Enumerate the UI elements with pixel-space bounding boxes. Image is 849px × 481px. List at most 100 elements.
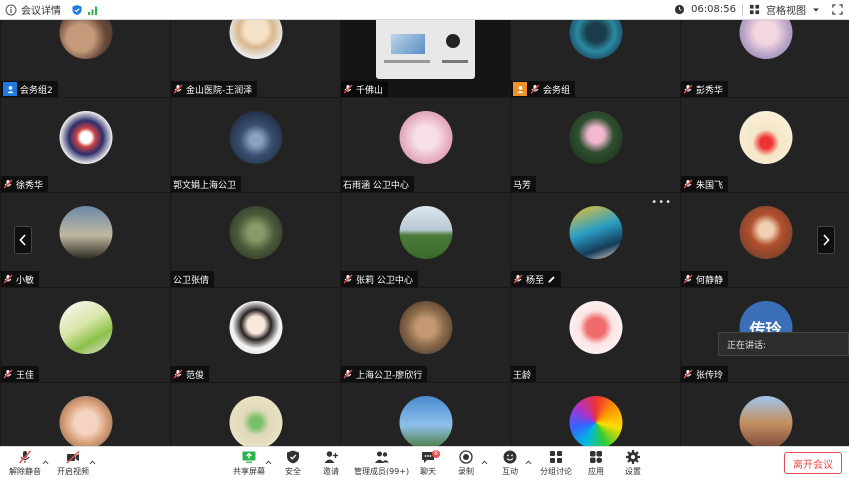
unmute-label: 解除静音 [9,467,41,476]
participant-name: 王佳 [16,370,35,381]
apps-label: 应用 [588,467,604,476]
more-options-icon[interactable]: ••• [651,197,672,208]
chevron-right-icon [823,234,830,246]
signal-icon[interactable] [87,4,99,16]
participant-tile[interactable]: 上海公卫-廖欣行 [341,288,510,382]
chevron-up-icon[interactable] [481,459,488,466]
participant-tile[interactable]: 张莉 公卫中心 [341,193,510,287]
participant-tile[interactable]: 郭文娟上海公卫 [171,98,340,192]
chevron-up-icon[interactable] [525,459,532,466]
prev-page-button[interactable] [14,226,32,254]
talking-label: 正在讲话: [727,340,767,351]
participant-grid: 会务组2 金山医院-王润泽 千佛山 会务组 彭秀华 徐秀华 郭文娟上海公卫 石雨… [0,20,849,450]
members-icon [374,451,389,463]
chevron-up-icon[interactable] [265,459,272,466]
unmute-button[interactable]: 解除静音 [9,449,41,477]
start-video-label: 开启视频 [57,467,89,476]
view-mode-label[interactable]: 宫格视图 [766,2,806,17]
members-label: 管理成员(99+) [354,467,410,476]
record-button[interactable]: 录制 [458,449,474,477]
chevron-down-icon[interactable] [812,6,820,14]
participant-tile[interactable]: 马芳 [511,98,680,192]
participant-name: 彭秀华 [696,85,724,96]
settings-button[interactable]: 设置 [625,449,641,477]
share-screen-button[interactable]: 共享屏幕 [233,449,265,477]
invite-button[interactable]: 邀请 [323,449,339,477]
participant-tile[interactable]: ••• 杨至 [511,193,680,287]
participant-tile[interactable] [171,383,340,450]
participant-tile[interactable]: 范俊 [171,288,340,382]
security-button[interactable]: 安全 [285,449,301,477]
next-page-button[interactable] [817,226,835,254]
participant-tile[interactable]: 徐秀华 [1,98,170,192]
share-screen-label: 共享屏幕 [233,467,265,476]
host-icon [513,82,527,96]
apps-button[interactable]: 应用 [588,449,604,477]
participant-tile[interactable]: 王佳 [1,288,170,382]
edit-pencil-icon[interactable] [547,275,556,284]
avatar [399,111,452,164]
host-icon [3,82,17,96]
record-icon [459,450,473,464]
participant-name: 上海公卫-廖欣行 [356,370,423,381]
info-icon[interactable] [5,4,17,16]
participant-tile[interactable] [1,383,170,450]
avatar [229,20,282,59]
mic-muted-icon [683,84,693,94]
participant-name-tag: 王佳 [1,366,40,382]
reactions-button[interactable]: 互动 [502,449,518,477]
participant-tile[interactable] [681,383,849,450]
participant-tile[interactable]: 金山医院-王润泽 [171,20,340,97]
participant-tile[interactable]: 会务组2 [1,20,170,97]
clock-icon [674,4,685,15]
mic-muted-icon [683,369,693,379]
mic-muted-icon [3,369,13,379]
participant-tile[interactable]: 朱国飞 [681,98,849,192]
chevron-up-icon[interactable] [42,459,49,466]
breakout-rooms-icon [550,451,562,463]
participant-name: 公卫张倩 [173,275,210,286]
shield-icon [287,450,299,464]
start-video-button[interactable]: 开启视频 [57,449,89,477]
mic-muted-icon [343,274,353,284]
fullscreen-icon[interactable] [832,4,843,15]
participant-tile[interactable]: 会务组 [511,20,680,97]
breakout-rooms-button[interactable]: 分组讨论 [540,449,572,477]
participant-tile[interactable]: 石雨涵 公卫中心 [341,98,510,192]
mic-muted-icon [683,274,693,284]
participant-tile[interactable]: 公卫张倩 [171,193,340,287]
participant-name-tag: 郭文娟上海公卫 [171,176,242,192]
participant-name-tag: 张传玲 [681,366,729,382]
participant-name: 徐秀华 [16,180,44,191]
participant-name: 杨至 [526,275,545,286]
participant-name: 小敏 [16,275,35,286]
participant-tile-screenshare[interactable]: 千佛山 [341,20,510,97]
invite-label: 邀请 [323,467,339,476]
avatar [569,111,622,164]
manage-members-button[interactable]: 管理成员(99+) [354,449,409,477]
participant-name-tag: 石雨涵 公卫中心 [341,176,414,192]
share-screen-icon [242,451,256,463]
participant-tile[interactable]: 彭秀华 [681,20,849,97]
avatar [739,20,792,59]
participant-name: 金山医院-王润泽 [186,85,253,96]
chat-button[interactable]: 8 聊天 [420,449,440,477]
participant-name-tag: 彭秀华 [681,81,729,97]
meeting-info-label[interactable]: 会议详情 [21,2,61,17]
avatar [229,206,282,259]
chevron-up-icon[interactable] [89,459,96,466]
mic-muted-icon [3,179,13,189]
participant-name-tag: 张莉 公卫中心 [341,271,418,287]
participant-name-tag: 会务组 [511,81,576,97]
participant-tile[interactable]: 王龄 [511,288,680,382]
add-user-icon [324,451,338,463]
participant-tile[interactable] [341,383,510,450]
shield-icon[interactable] [71,4,83,16]
leave-meeting-button[interactable]: 离开会议 [784,452,842,474]
mic-muted-icon [173,84,183,94]
participant-tile[interactable] [511,383,680,450]
participant-name: 范俊 [186,370,205,381]
participant-name-tag: 何静静 [681,271,729,287]
bottom-toolbar: 解除静音 开启视频 共享屏幕 安全 邀请 管理成员(99+) 8 聊天 录制 互… [0,446,849,481]
grid-view-icon[interactable] [749,4,760,15]
